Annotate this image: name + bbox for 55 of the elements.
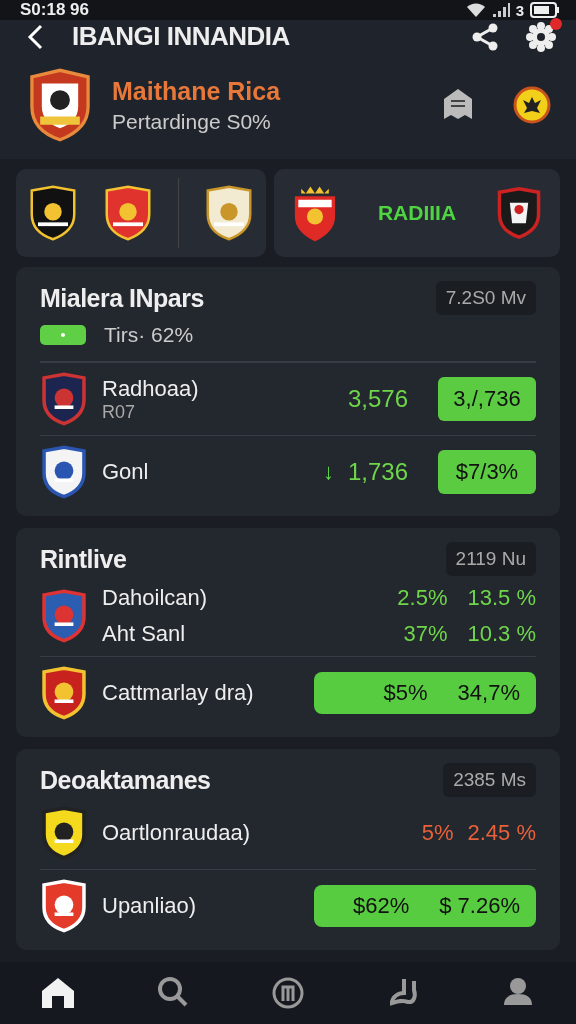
section-badge: 2119 Nu: [445, 542, 536, 576]
section-badge: 7.2S0 Mv: [435, 281, 536, 315]
crest-icon[interactable]: [103, 184, 154, 242]
player-name: Aht Sanl: [102, 621, 187, 647]
section-title: Mialera INpars: [40, 283, 204, 313]
share-icon[interactable]: [470, 21, 500, 52]
odds-bar[interactable]: $5% 34,7%: [314, 672, 536, 714]
crest-icon: [40, 589, 88, 643]
crest-icon: [40, 806, 88, 860]
stat-value: 13.5 %: [467, 585, 536, 611]
crest-icon: [40, 879, 88, 933]
crest-icon: [40, 445, 88, 499]
odds-value: $ 7.26%: [439, 893, 520, 919]
crest-icon[interactable]: [28, 184, 79, 242]
odds-value: 34,7%: [457, 680, 520, 706]
badge-icon[interactable]: [512, 85, 552, 125]
stat-value: 5%: [420, 820, 454, 846]
odds-bar[interactable]: $62% $ 7.26%: [314, 885, 536, 927]
crest-icon: [40, 372, 88, 426]
player-name: Dahoilcan): [102, 585, 209, 611]
section-badge: 2385 Ms: [443, 763, 536, 797]
battery-level-text: 3: [515, 1, 524, 19]
trend-arrow: ↓: [322, 459, 334, 485]
wifi-icon: [465, 2, 486, 18]
team-code: R07: [102, 401, 137, 423]
odds-button[interactable]: $7/3%: [438, 450, 536, 494]
odds-value: $5%: [383, 680, 428, 706]
stat-value: 2.5%: [396, 585, 448, 611]
signal-icon: [491, 2, 510, 18]
section-title: Rintlive: [40, 544, 127, 574]
battery-icon: [530, 2, 560, 18]
odds-button[interactable]: 3,/,736: [438, 377, 536, 421]
team-name: Cattmarlay dra): [102, 680, 255, 706]
status-time: S0:18 96: [20, 0, 89, 20]
match-label: RADIIIA: [377, 201, 457, 225]
section-title: Deoaktamanes: [40, 765, 211, 795]
team-name: Upanliao): [102, 893, 198, 919]
page-title: IBANGI INNANDIA: [72, 21, 291, 52]
status-pill-icon: [40, 325, 86, 345]
crest-icon[interactable]: [496, 186, 542, 240]
team-subtitle: Pertardinge S0%: [112, 109, 272, 134]
stat-value: 37%: [402, 621, 448, 647]
section-subtitle: Tirs· 62%: [104, 323, 194, 347]
team-name: Oartlonraudaa): [102, 820, 251, 846]
crest-icon[interactable]: [292, 184, 338, 242]
team-name: Radhoaa): [102, 375, 200, 402]
stat-value: 10.3 %: [467, 621, 536, 647]
team-name: Maithane Rica: [112, 76, 282, 106]
stat-value: 2.45 %: [467, 820, 536, 846]
settings-icon[interactable]: [526, 21, 556, 52]
odds-value: $62%: [353, 893, 410, 919]
team-name: Gonl: [102, 459, 150, 485]
crest-icon: [40, 666, 88, 720]
score-value: 1,736: [347, 458, 408, 486]
score-value: 3,576: [347, 385, 408, 413]
